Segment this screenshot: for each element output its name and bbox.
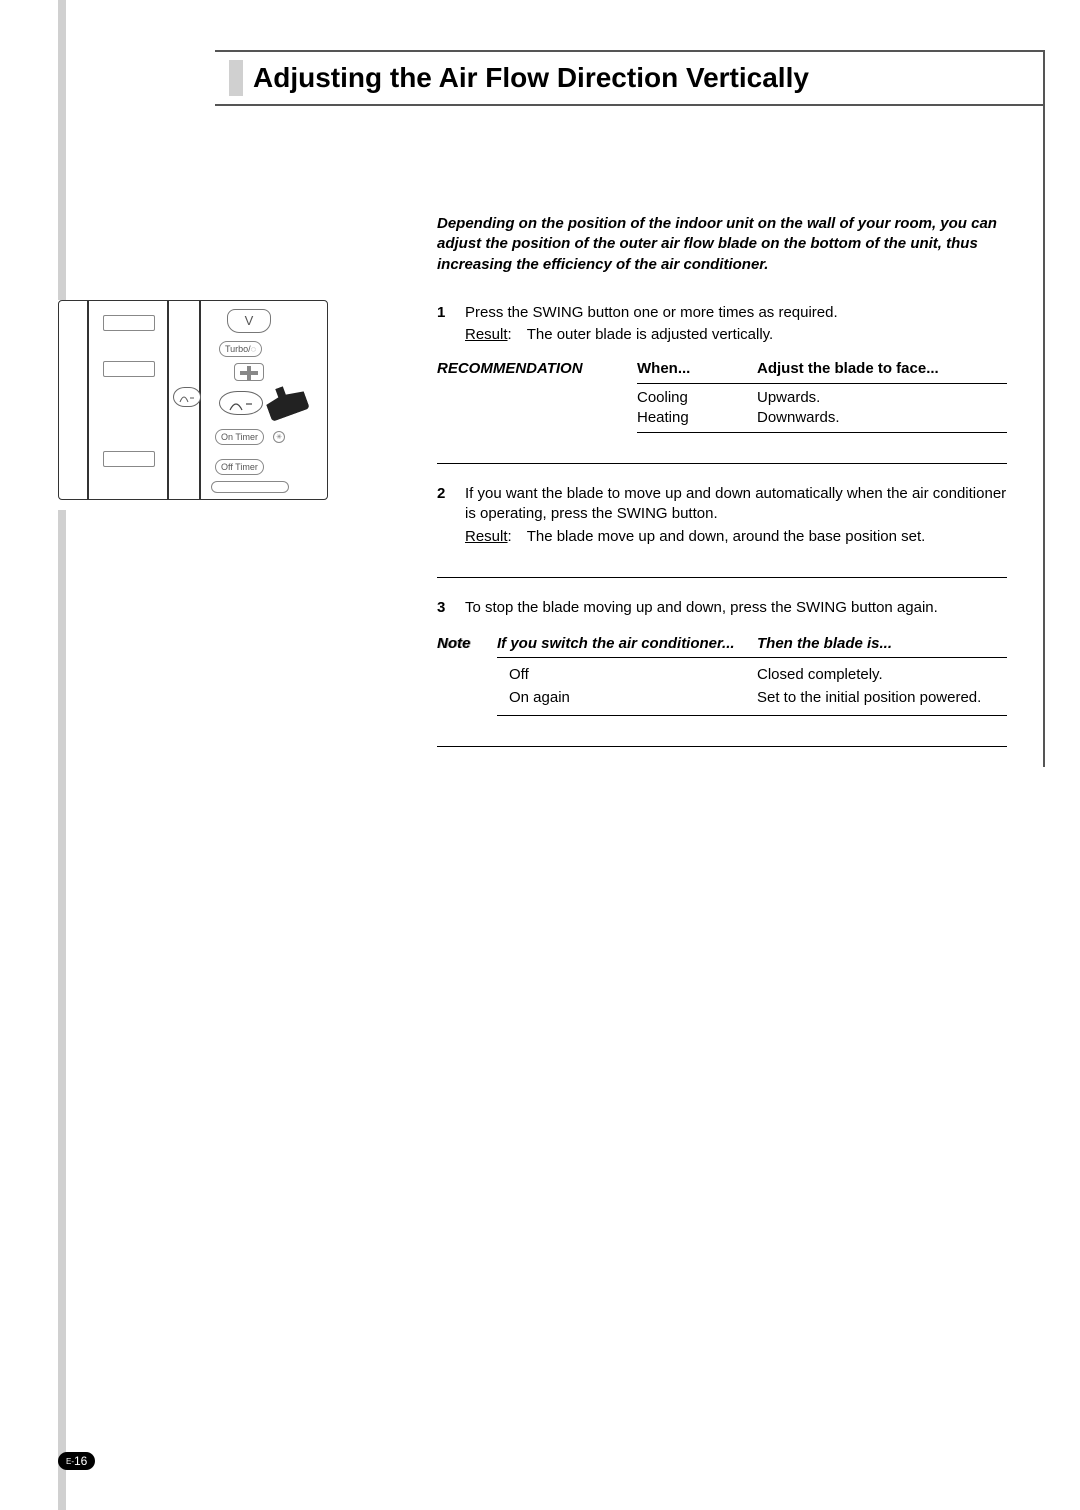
remote-display-slot: [103, 315, 155, 331]
rec-cell: Cooling: [637, 388, 757, 408]
note-body: Off Closed completely. On again Set to t…: [497, 658, 1007, 716]
rec-cell: Downwards.: [757, 408, 1007, 428]
table-row: Off Closed completely.: [497, 664, 1007, 686]
title-band: Adjusting the Air Flow Direction Vertica…: [215, 52, 1043, 106]
table-row: Cooling Upwards.: [637, 388, 1007, 408]
turbo-text: Turbo/: [225, 344, 251, 354]
result-text: : The outer blade is adjusted vertically…: [508, 326, 774, 343]
note-cell: Set to the initial position powered.: [757, 688, 1007, 708]
content-area: Depending on the position of the indoor …: [215, 106, 1043, 767]
note-cell: Closed completely.: [757, 665, 1007, 685]
divider: [437, 463, 1007, 464]
rec-cell: Heating: [637, 408, 757, 428]
dpad-icon: [234, 363, 264, 381]
intro-paragraph: Depending on the position of the indoor …: [437, 214, 1007, 275]
note-cell: On again: [497, 688, 757, 708]
result-label: Result: [465, 528, 508, 545]
recommendation-label: RECOMMENDATION: [437, 359, 637, 433]
step-number: 1: [437, 303, 465, 346]
rec-cell: Upwards.: [757, 388, 1007, 408]
page-title: Adjusting the Air Flow Direction Vertica…: [253, 62, 809, 94]
left-margin-bar: [58, 0, 66, 1510]
title-accent: [229, 60, 243, 96]
page-number-prefix: E-: [66, 1457, 74, 1466]
divider: [437, 746, 1007, 747]
note-cell: Off: [497, 665, 757, 685]
turbo-button-label: Turbo/◌: [219, 341, 262, 357]
recommendation-table: When... Adjust the blade to face... Cool…: [637, 359, 1007, 433]
remote-divider: [167, 301, 169, 499]
swing-button-highlight: [219, 391, 263, 415]
step-result: Result: The outer blade is adjusted vert…: [465, 325, 1007, 345]
table-row: Heating Downwards.: [637, 408, 1007, 428]
page-frame: Adjusting the Air Flow Direction Vertica…: [215, 50, 1045, 767]
note-table: If you switch the air conditioner... The…: [497, 634, 1007, 716]
table-row: On again Set to the initial position pow…: [497, 687, 1007, 709]
swing-glyph-icon: [220, 392, 264, 416]
note-label: Note: [437, 634, 497, 716]
step-1: 1 Press the SWING button one or more tim…: [437, 303, 1007, 346]
step-body: Press the SWING button one or more times…: [465, 303, 1007, 346]
remote-display-slot: [103, 361, 155, 377]
rec-head-adjust: Adjust the blade to face...: [757, 359, 1007, 379]
step-text: Press the SWING button one or more times…: [465, 304, 838, 321]
step-text: To stop the blade moving up and down, pr…: [465, 599, 938, 616]
step-number: 2: [437, 484, 465, 547]
remote-base-slot: [211, 481, 289, 493]
remote-divider: [87, 301, 89, 499]
swing-glyph-icon: [174, 388, 202, 408]
swing-icon: [173, 387, 201, 407]
rec-head-when: When...: [637, 359, 757, 379]
remote-display-slot: [103, 451, 155, 467]
note-header: If you switch the air conditioner... The…: [497, 634, 1007, 658]
step-text: If you want the blade to move up and dow…: [465, 485, 1006, 522]
step-body: To stop the blade moving up and down, pr…: [465, 598, 1007, 618]
clock-icon: ✳: [273, 431, 285, 443]
note-block: Note If you switch the air conditioner..…: [437, 634, 1007, 716]
note-head-then: Then the blade is...: [757, 634, 1007, 654]
note-head-if: If you switch the air conditioner...: [497, 634, 757, 654]
divider: [437, 577, 1007, 578]
recommendation-block: RECOMMENDATION When... Adjust the blade …: [437, 359, 1007, 433]
result-label: Result: [465, 326, 508, 343]
result-text: : The blade move up and down, around the…: [508, 528, 926, 545]
page-number: 16: [74, 1454, 87, 1468]
remote-illustration: V Turbo/◌ On Timer ✳ Off Timer: [58, 300, 328, 510]
down-v-button: V: [227, 309, 271, 333]
page-number-badge: E-16: [58, 1452, 95, 1470]
text-column: Depending on the position of the indoor …: [437, 214, 1007, 767]
step-result: Result: The blade move up and down, arou…: [465, 527, 1007, 547]
step-2: 2 If you want the blade to move up and d…: [437, 484, 1007, 547]
recommendation-body: Cooling Upwards. Heating Downwards.: [637, 384, 1007, 434]
step-number: 3: [437, 598, 465, 618]
step-3: 3 To stop the blade moving up and down, …: [437, 598, 1007, 618]
clock-icon: ◌: [251, 344, 256, 354]
step-body: If you want the blade to move up and dow…: [465, 484, 1007, 547]
off-timer-button: Off Timer: [215, 459, 264, 475]
recommendation-header: When... Adjust the blade to face...: [637, 359, 1007, 383]
on-timer-button: On Timer: [215, 429, 264, 445]
